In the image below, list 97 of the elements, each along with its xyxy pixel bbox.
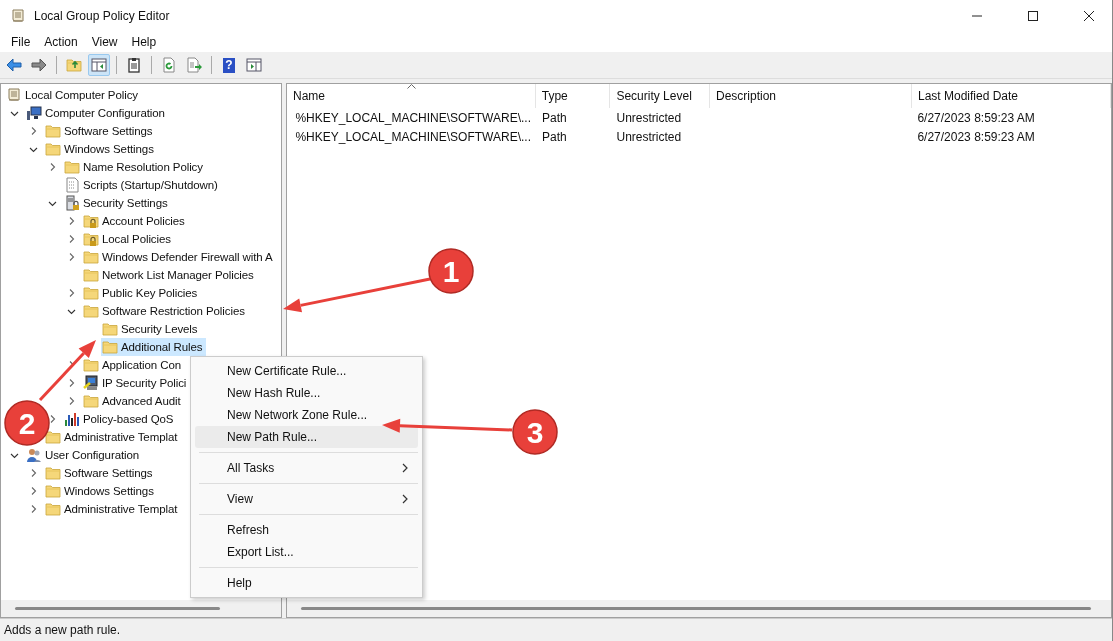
tree-item[interactable]: Additional Rules xyxy=(101,338,206,356)
callout-badge xyxy=(512,409,558,455)
console-tree-icon xyxy=(91,57,107,73)
action-pane-icon xyxy=(246,57,262,73)
toolbar-button[interactable]: ? xyxy=(218,54,240,76)
menu-item[interactable]: Help xyxy=(195,572,418,594)
folder-icon xyxy=(83,393,99,409)
menu-item[interactable]: File xyxy=(4,35,38,49)
refresh-icon xyxy=(161,57,177,73)
column-header[interactable]: Security Level xyxy=(610,84,710,108)
scrollbar-thumb[interactable] xyxy=(301,607,1091,610)
folder-icon xyxy=(45,465,61,481)
tree-item[interactable]: Software Restriction Policies xyxy=(82,302,248,320)
tree-item[interactable]: Application Con xyxy=(82,356,185,374)
menu-item[interactable]: Action xyxy=(37,35,85,49)
tree-item[interactable]: Advanced Audit xyxy=(82,392,184,410)
bar-chart-icon xyxy=(64,411,80,427)
tree-item[interactable]: IP Security Polici xyxy=(82,374,190,392)
table-cell: Path xyxy=(542,129,567,144)
monitor-key-icon xyxy=(83,375,99,391)
tree-item[interactable]: Name Resolution Policy xyxy=(63,158,206,176)
callout-badge xyxy=(4,400,50,446)
tree-item[interactable]: Software Settings xyxy=(44,464,156,482)
folder-icon xyxy=(83,357,99,373)
folder-icon xyxy=(102,321,118,337)
menu-item[interactable]: View xyxy=(84,35,125,49)
menu-item[interactable]: Refresh xyxy=(195,519,418,541)
sort-ascending-icon xyxy=(406,84,416,89)
table-cell: 6/27/2023 8:59:23 AM xyxy=(917,110,1035,125)
callout-badge xyxy=(428,248,474,294)
list-item[interactable]: %HKEY_LOCAL_MACHINE\SOFTWARE\... xyxy=(295,110,531,125)
folder-icon xyxy=(102,339,118,355)
callout-arrow xyxy=(38,340,96,402)
folder-icon xyxy=(45,141,61,157)
tree-item[interactable]: Computer Configuration xyxy=(25,104,168,122)
folder-icon xyxy=(83,249,99,265)
folder-icon xyxy=(83,303,99,319)
callout-number: 3 xyxy=(526,416,544,449)
tree-item[interactable]: Windows Settings xyxy=(44,482,157,500)
list-item[interactable]: %HKEY_LOCAL_MACHINE\SOFTWARE\... xyxy=(295,129,531,144)
menu-item[interactable]: Export List... xyxy=(195,541,418,563)
menu-item[interactable]: View xyxy=(195,488,418,510)
menu-item[interactable]: New Certificate Rule... xyxy=(195,360,418,382)
tree-item[interactable]: Software Settings xyxy=(44,122,156,140)
column-header[interactable]: Description xyxy=(709,84,912,108)
folder-up-icon xyxy=(66,57,82,73)
menu-item[interactable]: All Tasks xyxy=(195,457,418,479)
tree-item[interactable]: Local Computer Policy xyxy=(5,86,141,104)
folder-icon xyxy=(45,123,61,139)
status-text: Adds a new path rule. xyxy=(4,623,121,637)
tree-item[interactable]: Administrative Templat xyxy=(44,500,181,518)
tree-item[interactable]: Public Key Policies xyxy=(82,284,201,302)
tree-item[interactable]: Security Settings xyxy=(63,194,171,212)
export-list-icon xyxy=(186,57,202,73)
folder-icon xyxy=(83,285,99,301)
close-icon xyxy=(1083,10,1095,22)
menu-item[interactable]: Help xyxy=(124,35,164,49)
app-icon xyxy=(10,8,26,24)
tree-item[interactable]: Windows Defender Firewall with A xyxy=(82,248,276,266)
column-header[interactable]: Name xyxy=(287,84,536,108)
clipboard-icon xyxy=(126,57,142,73)
table-cell: Unrestricted xyxy=(616,129,682,144)
menu-item[interactable]: New Network Zone Rule... xyxy=(195,404,418,426)
column-header[interactable]: Type xyxy=(535,84,611,108)
table-cell: Path xyxy=(542,110,567,125)
maximize-icon xyxy=(1027,10,1039,22)
back-arrow-icon xyxy=(6,57,22,73)
folder-icon xyxy=(64,159,80,175)
script-icon xyxy=(64,177,80,193)
column-header[interactable]: Last Modified Date xyxy=(911,84,1111,108)
locked-folder-icon xyxy=(83,213,99,229)
callout-number: 2 xyxy=(18,407,36,440)
callout-number: 1 xyxy=(442,255,460,288)
window-title: Local Group Policy Editor xyxy=(34,9,170,23)
folder-icon xyxy=(83,267,99,283)
tree-item[interactable]: Administrative Templat xyxy=(44,428,181,446)
tree-item[interactable]: Scripts (Startup/Shutdown) xyxy=(63,176,221,194)
tree-item[interactable]: Policy-based QoS xyxy=(63,410,177,428)
server-lock-icon xyxy=(64,195,80,211)
tree-item[interactable]: Local Policies xyxy=(82,230,174,248)
tree-item[interactable]: User Configuration xyxy=(25,446,143,464)
tree-item[interactable]: Account Policies xyxy=(82,212,188,230)
table-cell: Unrestricted xyxy=(616,110,682,125)
folder-icon xyxy=(45,483,61,499)
menu-item[interactable]: New Path Rule... xyxy=(195,426,418,448)
forward-arrow-icon xyxy=(31,57,47,73)
users-icon xyxy=(26,447,42,463)
scrollbar-thumb[interactable] xyxy=(15,607,220,610)
locked-folder-icon xyxy=(83,231,99,247)
table-cell: 6/27/2023 8:59:23 AM xyxy=(917,129,1035,144)
folder-icon xyxy=(45,501,61,517)
computer-icon xyxy=(26,105,42,121)
menu-item[interactable]: New Hash Rule... xyxy=(195,382,418,404)
tree-item[interactable]: Windows Settings xyxy=(44,140,157,158)
tree-item[interactable]: Network List Manager Policies xyxy=(82,266,257,284)
tree-item[interactable]: Security Levels xyxy=(101,320,201,338)
folder-icon xyxy=(45,429,61,445)
